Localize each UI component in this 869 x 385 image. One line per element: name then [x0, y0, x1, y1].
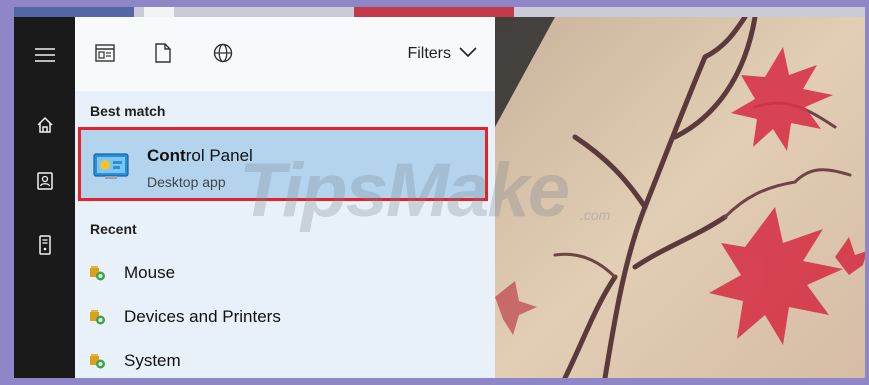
screenshot-frame: Filters Best match Control Panel Desktop…: [14, 7, 865, 378]
control-panel-icon: [93, 152, 129, 180]
recent-item-label: System: [124, 351, 181, 370]
watermark: TipsMake: [239, 148, 570, 233]
tower-pc-icon[interactable]: [14, 227, 75, 263]
filters-dropdown[interactable]: Filters: [407, 45, 477, 63]
web-globe-icon[interactable]: [211, 41, 235, 65]
document-icon[interactable]: [151, 41, 175, 65]
taskbar-segment: [14, 7, 134, 17]
filters-label: Filters: [407, 45, 451, 62]
control-panel-item-icon: [89, 264, 107, 282]
recent-item-system[interactable]: System: [89, 343, 469, 378]
watermark-suffix: .com: [580, 207, 611, 223]
recent-heading: Recent: [90, 221, 137, 237]
best-match-app-name: Control Panel: [147, 146, 253, 166]
recent-item-devices-and-printers[interactable]: Devices and Printers: [89, 299, 469, 335]
control-panel-item-icon: [89, 352, 107, 370]
home-icon[interactable]: [14, 107, 75, 143]
apps-icon[interactable]: [93, 41, 117, 65]
recent-item-label: Mouse: [124, 263, 176, 282]
recent-item-label: Devices and Printers: [124, 307, 281, 326]
best-match-heading: Best match: [90, 103, 166, 119]
app-name-match: Cont: [147, 146, 186, 165]
control-panel-item-icon: [89, 308, 107, 326]
taskbar-segment: [354, 7, 514, 17]
taskbar-segment: [144, 7, 174, 17]
taskbar-strip: [14, 7, 865, 17]
hamburger-menu-icon[interactable]: [14, 37, 75, 73]
best-match-app-type: Desktop app: [147, 174, 226, 190]
document-user-icon[interactable]: [14, 163, 75, 199]
recent-item-mouse[interactable]: Mouse: [89, 255, 469, 291]
filter-bar: Filters: [75, 17, 495, 91]
start-rail: [14, 17, 75, 378]
chevron-down-icon: [459, 45, 477, 63]
